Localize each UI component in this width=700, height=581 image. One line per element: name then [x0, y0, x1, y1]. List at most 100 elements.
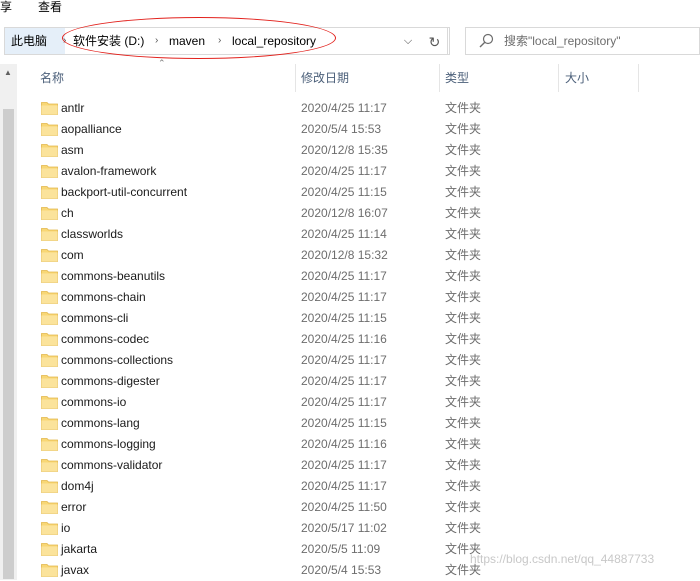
watermark: https://blog.csdn.net/qq_44887733: [470, 552, 655, 566]
file-name: com: [61, 248, 84, 262]
nav-pane-scrollbar[interactable]: ▲: [0, 64, 17, 580]
file-type: 文件夹: [445, 227, 482, 241]
file-date: 2020/4/25 11:17: [301, 164, 387, 178]
file-row[interactable]: avalon-framework 2020/4/25 11:17 文件夹: [20, 161, 700, 182]
file-row[interactable]: asm 2020/12/8 15:35 文件夹: [20, 140, 700, 161]
folder-icon: [41, 102, 58, 115]
folder-icon: [41, 228, 58, 241]
file-row[interactable]: error 2020/4/25 11:50 文件夹: [20, 497, 700, 518]
breadcrumb-drive[interactable]: 软件安装 (D:): [73, 28, 144, 54]
file-name: commons-validator: [61, 458, 163, 472]
folder-icon: [41, 354, 58, 367]
file-type: 文件夹: [445, 290, 482, 304]
file-date: 2020/4/25 11:17: [301, 269, 387, 283]
column-header-size[interactable]: 大小: [558, 64, 638, 92]
folder-icon: [41, 564, 58, 577]
folder-icon: [41, 417, 58, 430]
file-type: 文件夹: [445, 458, 482, 472]
file-date: 2020/4/25 11:15: [301, 311, 387, 325]
file-name: aopalliance: [61, 122, 122, 136]
file-type: 文件夹: [445, 353, 482, 367]
file-type: 文件夹: [445, 521, 482, 535]
breadcrumb-local-repository[interactable]: local_repository: [232, 28, 316, 54]
breadcrumb-separator-icon[interactable]: ›: [218, 28, 221, 54]
file-name: asm: [61, 143, 84, 157]
folder-icon: [41, 459, 58, 472]
file-date: 2020/4/25 11:15: [301, 185, 387, 199]
menu-view[interactable]: 查看: [38, 0, 62, 15]
file-row[interactable]: antlr 2020/4/25 11:17 文件夹: [20, 98, 700, 119]
file-row[interactable]: dom4j 2020/4/25 11:17 文件夹: [20, 476, 700, 497]
chevron-down-icon[interactable]: ⌵: [397, 28, 419, 54]
file-row[interactable]: commons-beanutils 2020/4/25 11:17 文件夹: [20, 266, 700, 287]
file-type: 文件夹: [445, 332, 482, 346]
file-row[interactable]: ch 2020/12/8 16:07 文件夹: [20, 203, 700, 224]
folder-icon: [41, 144, 58, 157]
file-name: commons-digester: [61, 374, 160, 388]
file-date: 2020/4/25 11:50: [301, 500, 387, 514]
scrollbar-thumb[interactable]: [3, 109, 14, 579]
address-bar[interactable]: 此电脑 › 软件安装 (D:) › maven › local_reposito…: [4, 27, 450, 55]
folder-icon: [41, 123, 58, 136]
file-date: 2020/4/25 11:15: [301, 416, 387, 430]
folder-icon: [41, 291, 58, 304]
file-row[interactable]: classworlds 2020/4/25 11:14 文件夹: [20, 224, 700, 245]
file-date: 2020/5/4 15:53: [301, 563, 382, 577]
file-name: avalon-framework: [61, 164, 157, 178]
breadcrumb-separator-icon[interactable]: ›: [155, 28, 158, 54]
file-date: 2020/4/25 11:17: [301, 458, 387, 472]
file-row[interactable]: commons-logging 2020/4/25 11:16 文件夹: [20, 434, 700, 455]
file-name: commons-io: [61, 395, 127, 409]
file-date: 2020/4/25 11:17: [301, 479, 387, 493]
file-date: 2020/5/5 11:09: [301, 542, 381, 556]
file-row[interactable]: commons-codec 2020/4/25 11:16 文件夹: [20, 329, 700, 350]
file-name: commons-chain: [61, 290, 146, 304]
breadcrumb-separator-icon[interactable]: ›: [63, 28, 66, 54]
menu-share[interactable]: 享: [0, 0, 12, 15]
file-name: dom4j: [61, 479, 94, 493]
file-row[interactable]: commons-collections 2020/4/25 11:17 文件夹: [20, 350, 700, 371]
folder-icon: [41, 438, 58, 451]
file-name: error: [61, 500, 87, 514]
column-divider[interactable]: [638, 64, 639, 92]
column-header-date[interactable]: 修改日期: [294, 64, 437, 92]
folder-icon: [41, 165, 58, 178]
file-row[interactable]: backport-util-concurrent 2020/4/25 11:15 文…: [20, 182, 700, 203]
file-date: 2020/4/25 11:17: [301, 290, 387, 304]
file-row[interactable]: com 2020/12/8 15:32 文件夹: [20, 245, 700, 266]
folder-icon: [41, 375, 58, 388]
refresh-icon[interactable]: ↻: [422, 27, 448, 55]
search-input[interactable]: [504, 32, 694, 50]
file-row[interactable]: commons-lang 2020/4/25 11:15 文件夹: [20, 413, 700, 434]
scroll-up-icon[interactable]: ▲: [4, 68, 12, 77]
file-date: 2020/5/17 11:02: [301, 521, 387, 535]
file-type: 文件夹: [445, 479, 482, 493]
folder-icon: [41, 522, 58, 535]
file-row[interactable]: commons-validator 2020/4/25 11:17 文件夹: [20, 455, 700, 476]
breadcrumb-maven[interactable]: maven: [169, 28, 205, 54]
file-row[interactable]: commons-cli 2020/4/25 11:15 文件夹: [20, 308, 700, 329]
file-type: 文件夹: [445, 248, 482, 262]
file-row[interactable]: commons-chain 2020/4/25 11:17 文件夹: [20, 287, 700, 308]
file-type: 文件夹: [445, 437, 482, 451]
file-date: 2020/4/25 11:17: [301, 353, 387, 367]
column-header-name[interactable]: 名称: [33, 64, 299, 92]
file-row[interactable]: aopalliance 2020/5/4 15:53 文件夹: [20, 119, 700, 140]
file-name: commons-beanutils: [61, 269, 166, 283]
file-type: 文件夹: [445, 395, 482, 409]
file-row[interactable]: commons-digester 2020/4/25 11:17 文件夹: [20, 371, 700, 392]
file-row[interactable]: commons-io 2020/4/25 11:17 文件夹: [20, 392, 700, 413]
file-type: 文件夹: [445, 164, 482, 178]
file-type: 文件夹: [445, 269, 482, 283]
column-header-type[interactable]: 类型: [438, 64, 558, 92]
breadcrumb-this-pc[interactable]: 此电脑: [5, 28, 65, 54]
file-row[interactable]: io 2020/5/17 11:02 文件夹: [20, 518, 700, 539]
file-name: classworlds: [61, 227, 124, 241]
navigation-row: 此电脑 › 软件安装 (D:) › maven › local_reposito…: [0, 26, 700, 60]
file-name: commons-codec: [61, 332, 150, 346]
file-type: 文件夹: [445, 206, 482, 220]
file-name: commons-cli: [61, 311, 129, 325]
search-box[interactable]: [465, 27, 700, 55]
file-name: commons-logging: [61, 437, 156, 451]
file-name: commons-collections: [61, 353, 174, 367]
